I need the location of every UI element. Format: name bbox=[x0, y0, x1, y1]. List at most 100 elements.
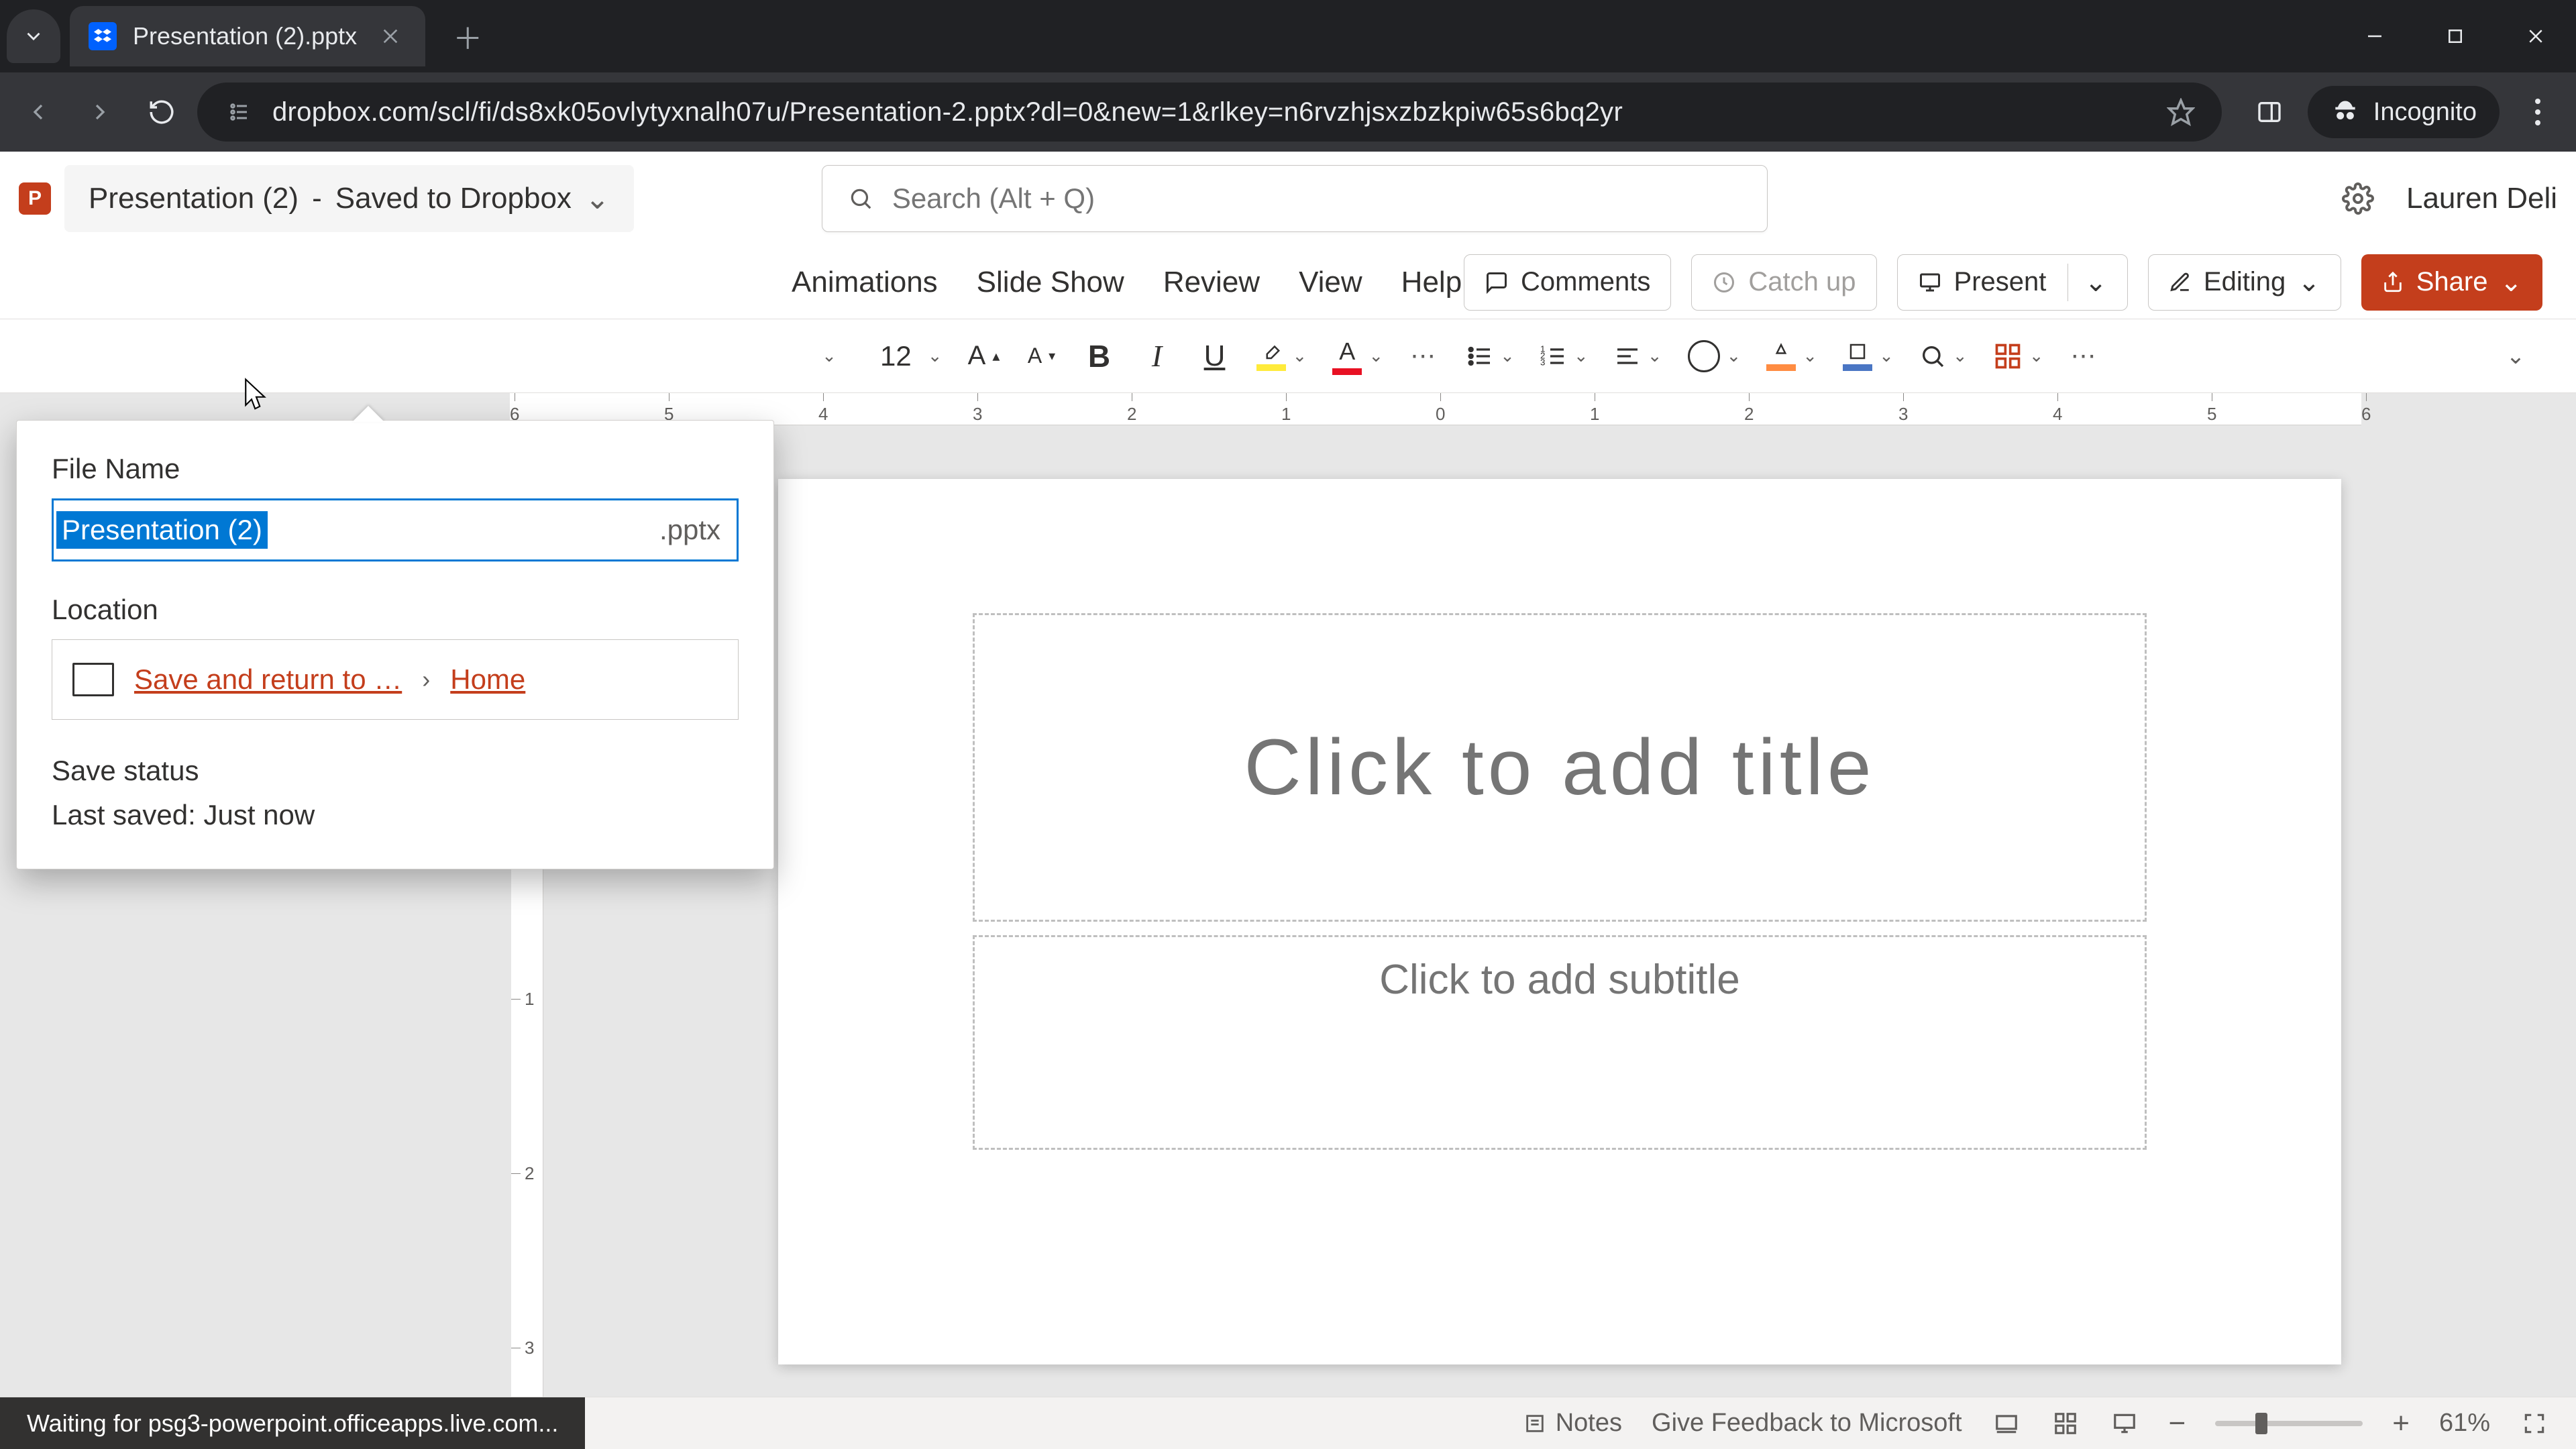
notes-button[interactable]: Notes bbox=[1523, 1409, 1622, 1438]
sorter-view-icon[interactable] bbox=[2051, 1409, 2080, 1438]
location-field[interactable]: Save and return to … › Home bbox=[52, 639, 739, 720]
shapes-button[interactable]: ⌄ bbox=[1684, 333, 1746, 380]
cursor-icon bbox=[241, 377, 271, 415]
title-separator: - bbox=[312, 182, 322, 215]
slide[interactable]: Click to add title Click to add subtitle bbox=[778, 479, 2341, 1364]
highlight-button[interactable]: ⌄ bbox=[1252, 333, 1311, 380]
chevron-down-icon[interactable]: ⌄ bbox=[2084, 267, 2107, 298]
save-return-link[interactable]: Save and return to … bbox=[134, 663, 402, 696]
reading-view-icon[interactable] bbox=[2110, 1409, 2139, 1438]
zoom-in-button[interactable]: + bbox=[2392, 1407, 2410, 1440]
new-tab-button[interactable]: ＋ bbox=[451, 19, 484, 53]
editing-label: Editing bbox=[2204, 267, 2286, 297]
comments-button[interactable]: Comments bbox=[1464, 254, 1671, 311]
title-placeholder-text: Click to add title bbox=[1244, 722, 1876, 813]
comments-label: Comments bbox=[1521, 267, 1650, 297]
reload-button[interactable] bbox=[136, 86, 188, 138]
share-button[interactable]: Share ⌄ bbox=[2361, 254, 2542, 311]
maximize-button[interactable] bbox=[2415, 6, 2496, 66]
subtitle-placeholder[interactable]: Click to add subtitle bbox=[973, 935, 2147, 1150]
normal-view-icon[interactable] bbox=[1992, 1409, 2021, 1438]
zoom-slider[interactable] bbox=[2215, 1421, 2363, 1426]
ribbon-overflow-icon[interactable]: ⌄ bbox=[2496, 333, 2536, 380]
file-ext: .pptx bbox=[659, 514, 720, 546]
catchup-label: Catch up bbox=[1748, 267, 1856, 297]
search-icon bbox=[848, 186, 873, 211]
font-size-box[interactable]: 12⌄ bbox=[867, 333, 947, 380]
ribbon-tabs: Animations Slide Show Review View Help bbox=[792, 266, 1462, 299]
save-status-value: Last saved: Just now bbox=[52, 799, 739, 831]
browser-menu-icon[interactable] bbox=[2512, 86, 2564, 138]
omnibox[interactable]: dropbox.com/scl/fi/ds8xk05ovlytyxnalh07u… bbox=[197, 83, 2222, 142]
folder-icon bbox=[72, 663, 114, 696]
feedback-link[interactable]: Give Feedback to Microsoft bbox=[1652, 1409, 1962, 1438]
tab-search-button[interactable] bbox=[7, 9, 60, 63]
numbering-button[interactable]: 123⌄ bbox=[1536, 333, 1593, 380]
tab-animations[interactable]: Animations bbox=[792, 266, 938, 299]
bullets-button[interactable]: ⌄ bbox=[1462, 333, 1519, 380]
chevron-down-icon: ⌄ bbox=[585, 182, 610, 216]
shape-outline-button[interactable]: ⌄ bbox=[1839, 333, 1898, 380]
bold-button[interactable]: B bbox=[1079, 333, 1120, 380]
find-button[interactable]: ⌄ bbox=[1915, 333, 1972, 380]
chevron-down-icon[interactable]: ⌄ bbox=[2500, 267, 2522, 298]
zoom-value[interactable]: 61% bbox=[2439, 1409, 2490, 1438]
underline-button[interactable]: U bbox=[1195, 333, 1235, 380]
side-panel-icon[interactable] bbox=[2243, 86, 2296, 138]
save-status-label: Save status bbox=[52, 755, 739, 787]
window-controls bbox=[2334, 6, 2576, 66]
site-info-icon[interactable] bbox=[224, 97, 254, 127]
decrease-font-icon[interactable]: A▾ bbox=[1022, 333, 1062, 380]
shape-fill-button[interactable]: ⌄ bbox=[1762, 333, 1821, 380]
slide-area[interactable]: Click to add title Click to add subtitle bbox=[543, 425, 2576, 1397]
font-color-button[interactable]: A⌄ bbox=[1328, 333, 1387, 380]
fit-to-window-icon[interactable] bbox=[2520, 1409, 2549, 1438]
user-name[interactable]: Lauren Deli bbox=[2406, 182, 2557, 215]
chevron-down-icon[interactable]: ⌄ bbox=[2298, 267, 2320, 298]
incognito-indicator[interactable]: Incognito bbox=[2308, 86, 2500, 138]
forward-button[interactable] bbox=[74, 86, 126, 138]
tab-review[interactable]: Review bbox=[1163, 266, 1260, 299]
close-window-button[interactable] bbox=[2496, 6, 2576, 66]
toolbar: ⌄ 12⌄ A▴ A▾ B I U ⌄ A⌄ ⋯ ⌄ 123⌄ ⌄ ⌄ ⌄ ⌄ … bbox=[0, 319, 2576, 393]
browser-tab[interactable]: Presentation (2).pptx bbox=[70, 6, 425, 66]
more-font-icon[interactable]: ⋯ bbox=[1405, 333, 1445, 380]
url-text: dropbox.com/scl/fi/ds8xk05ovlytyxnalh07u… bbox=[272, 97, 1623, 127]
file-name-field[interactable]: Presentation (2) .pptx bbox=[52, 498, 739, 561]
powerpoint-icon: P bbox=[19, 182, 51, 215]
horizontal-ruler[interactable]: 6543210123456 bbox=[510, 393, 2361, 425]
italic-button[interactable]: I bbox=[1137, 333, 1177, 380]
bookmark-icon[interactable] bbox=[2167, 98, 2195, 126]
present-button[interactable]: Present ⌄ bbox=[1897, 254, 2128, 311]
close-tab-icon[interactable] bbox=[380, 25, 401, 47]
designer-button[interactable]: ⌄ bbox=[1989, 333, 2048, 380]
tab-title: Presentation (2).pptx bbox=[133, 22, 357, 50]
more-commands-icon[interactable]: ⋯ bbox=[2065, 333, 2105, 380]
minimize-button[interactable] bbox=[2334, 6, 2415, 66]
settings-icon[interactable] bbox=[2342, 182, 2374, 215]
document-title-button[interactable]: Presentation (2) - Saved to Dropbox ⌄ bbox=[64, 165, 634, 232]
chevron-right-icon: › bbox=[422, 665, 430, 694]
font-dropdown[interactable]: ⌄ bbox=[809, 333, 849, 380]
search-input[interactable] bbox=[892, 182, 1741, 215]
search-box[interactable] bbox=[822, 165, 1768, 232]
zoom-out-button[interactable]: − bbox=[2169, 1407, 2186, 1440]
align-button[interactable]: ⌄ bbox=[1610, 333, 1666, 380]
back-button[interactable] bbox=[12, 86, 64, 138]
address-bar: dropbox.com/scl/fi/ds8xk05ovlytyxnalh07u… bbox=[0, 72, 2576, 152]
increase-font-icon[interactable]: A▴ bbox=[964, 333, 1004, 380]
loading-status: Waiting for psg3-powerpoint.officeapps.l… bbox=[0, 1397, 585, 1449]
share-label: Share bbox=[2416, 267, 2488, 297]
title-placeholder[interactable]: Click to add title bbox=[973, 613, 2147, 922]
tab-view[interactable]: View bbox=[1299, 266, 1362, 299]
location-home-link[interactable]: Home bbox=[450, 663, 525, 696]
ribbon: Animations Slide Show Review View Help C… bbox=[0, 246, 2576, 319]
present-label: Present bbox=[1954, 267, 2047, 297]
editing-mode-button[interactable]: Editing ⌄ bbox=[2148, 254, 2341, 311]
tab-slide-show[interactable]: Slide Show bbox=[977, 266, 1124, 299]
tab-help[interactable]: Help bbox=[1401, 266, 1462, 299]
file-name-input[interactable]: Presentation (2) bbox=[56, 511, 268, 549]
catch-up-button: Catch up bbox=[1691, 254, 1876, 311]
app-header: P Presentation (2) - Saved to Dropbox ⌄ … bbox=[0, 152, 2576, 246]
browser-tab-strip: Presentation (2).pptx ＋ bbox=[0, 0, 2576, 72]
